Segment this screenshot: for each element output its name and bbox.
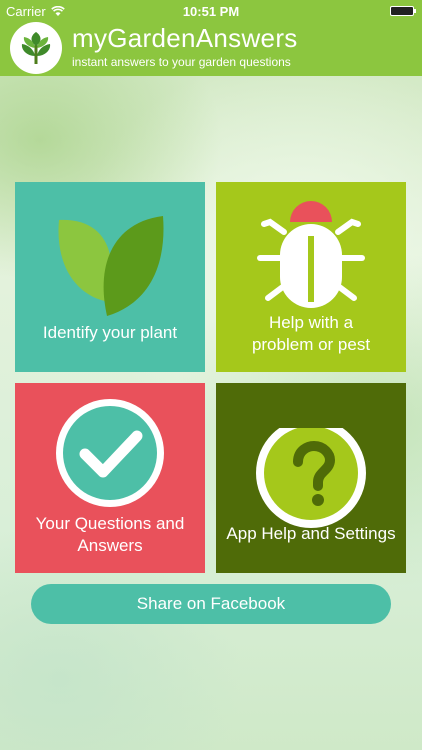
bug-icon [257,201,365,308]
problem-pest-label-line2: problem or pest [251,335,371,354]
app-help-settings-label: App Help and Settings [226,524,396,543]
identify-plant-label: Identify your plant [42,323,178,342]
questions-answers-label-line2: Answers [77,536,143,555]
questions-answers-tile[interactable]: Your Questions and Answers [15,383,205,573]
status-time: 10:51 PM [182,4,240,19]
plant-logo-icon [10,22,62,74]
app-title: myGardenAnswers [72,23,298,53]
leaf-icon [58,216,164,316]
identify-plant-tile[interactable]: Identify your plant [15,182,205,372]
app-help-settings-tile[interactable]: App Help and Settings [216,383,406,573]
questions-answers-label-line1: Your Questions and [35,514,185,533]
battery-icon [390,6,416,16]
problem-pest-label: Help with a problem or pest [216,312,406,356]
app-subtitle: instant answers to your garden questions [72,55,291,69]
problem-pest-tile[interactable]: Help with a problem or pest [216,182,406,372]
app-header: myGardenAnswers instant answers to your … [0,22,422,76]
problem-pest-label-line1: Help with a [268,313,354,332]
checkmark-icon [56,399,164,507]
status-bar: Carrier 10:51 PM [0,0,422,22]
share-facebook-button[interactable]: Share on Facebook [31,584,391,624]
question-icon [256,428,366,528]
questions-answers-label: Your Questions and Answers [15,513,205,557]
